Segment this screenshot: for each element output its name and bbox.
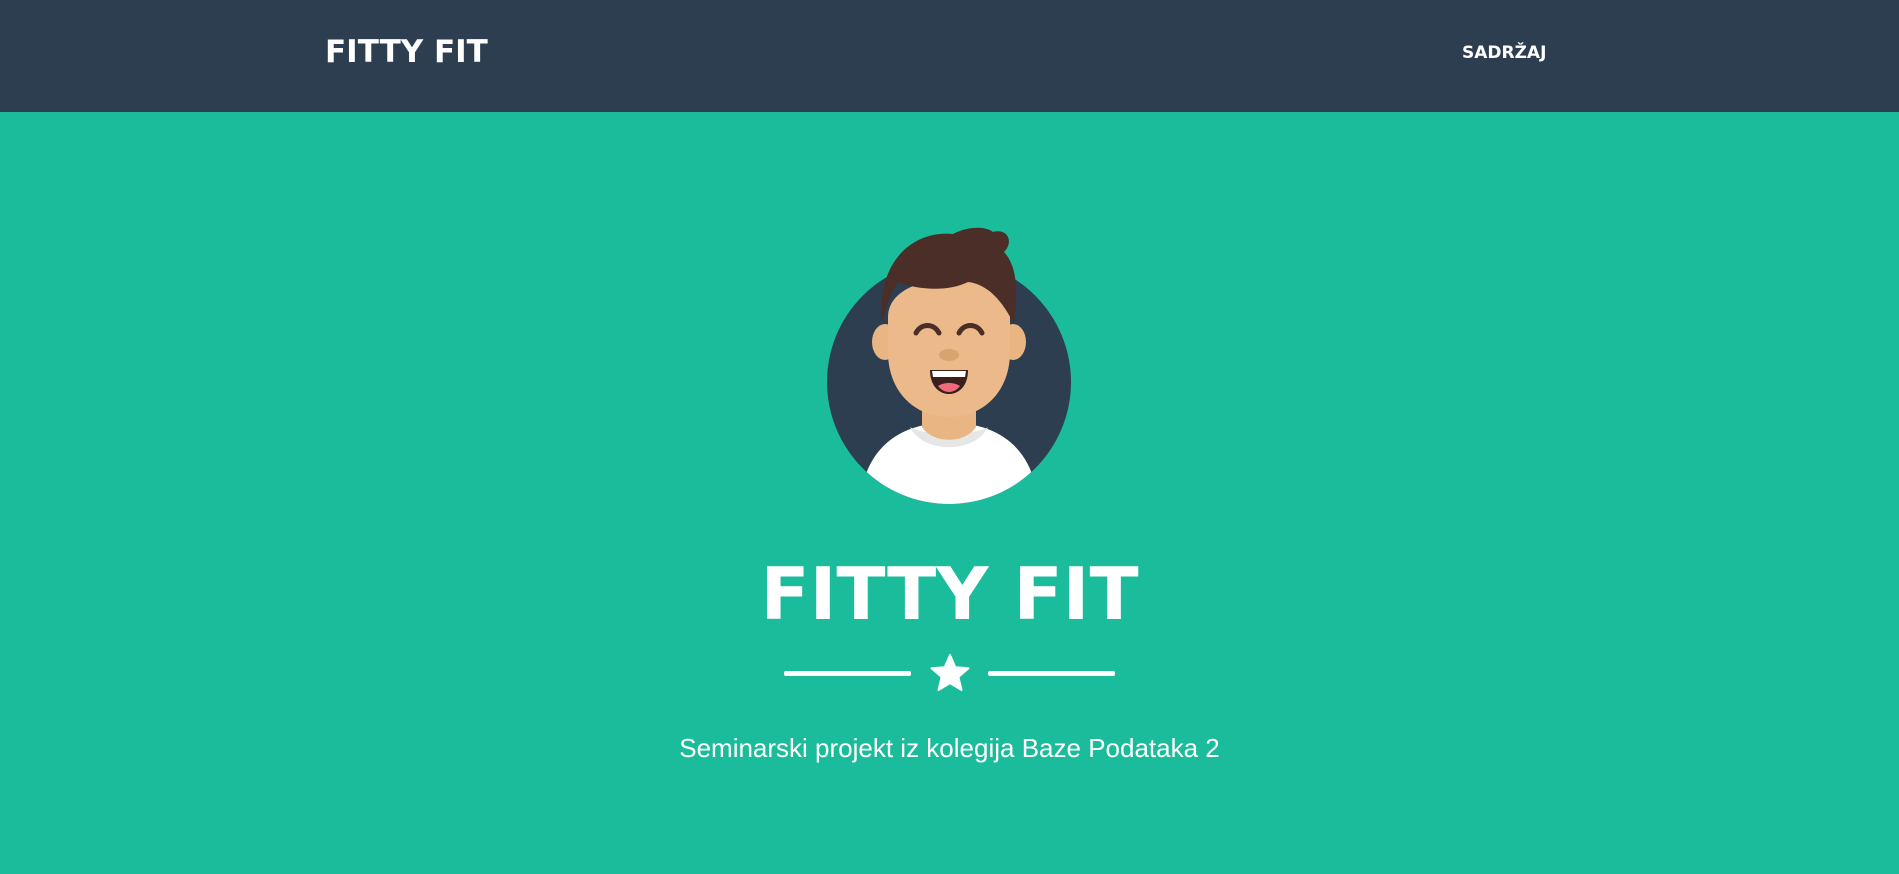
nav-link-sadrzaj[interactable]: SADRŽAJ — [1462, 41, 1546, 65]
star-divider — [784, 652, 1115, 696]
divider-line-left — [784, 671, 911, 676]
hero-title: FITTY FIT — [760, 552, 1139, 636]
divider-line-right — [988, 671, 1115, 676]
star-icon — [930, 654, 970, 691]
brand-link[interactable]: FITTY FIT — [325, 32, 488, 72]
hero-subtitle: Seminarski projekt iz kolegija Baze Poda… — [679, 733, 1220, 763]
avatar-icon — [827, 227, 1071, 504]
top-navbar: FITTY FIT SADRŽAJ — [0, 0, 1899, 112]
